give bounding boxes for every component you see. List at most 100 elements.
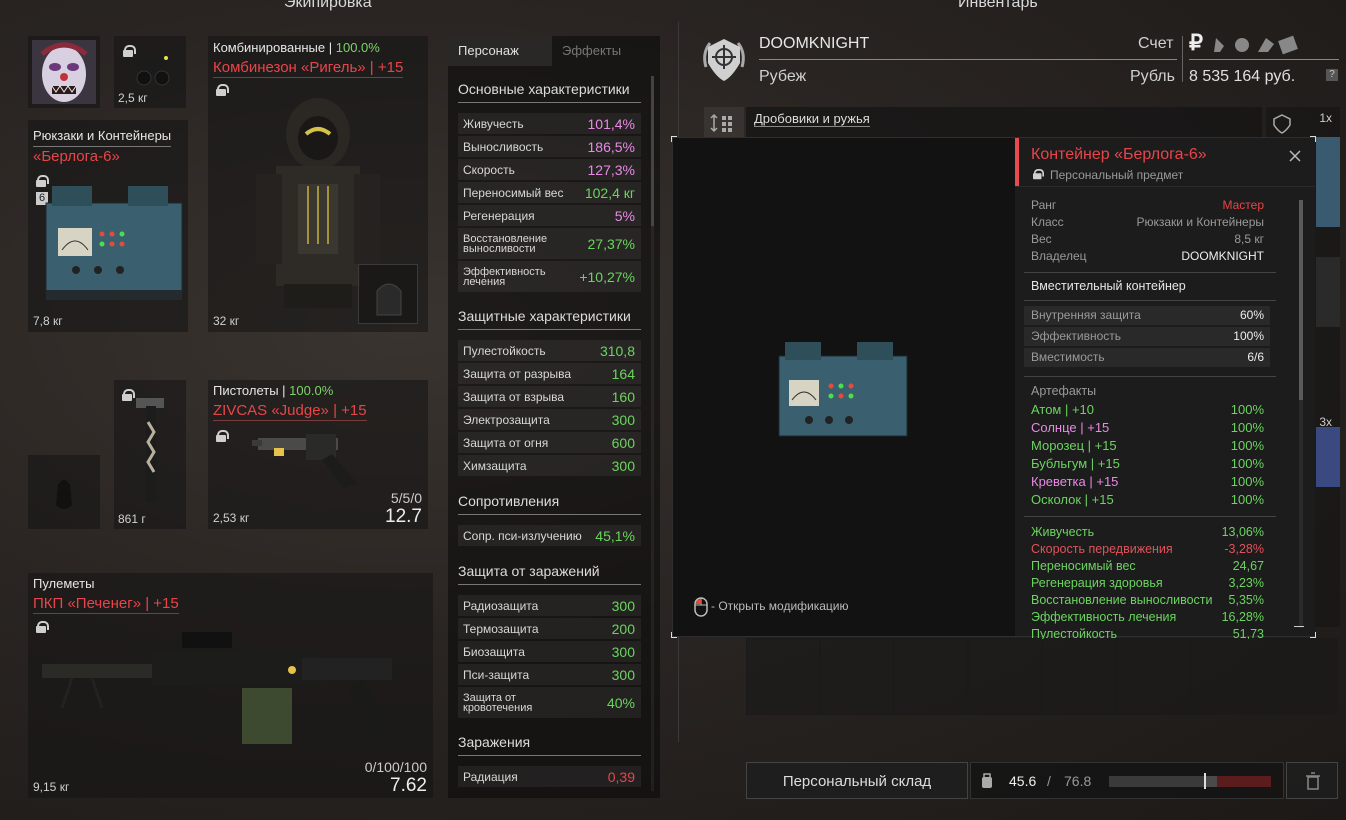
trash-button[interactable] (1286, 762, 1338, 799)
artifact-row[interactable]: Атом | +10 100% (1024, 402, 1270, 420)
rarity-stripe (1015, 138, 1019, 186)
lock-icon (122, 389, 135, 401)
inventory-cell[interactable] (820, 638, 894, 715)
backpack-category: Рюкзаки и Контейнеры (33, 128, 172, 147)
pistol-slot[interactable]: Пистолеты | 100.0% ZIVCAS «Judge» | +15 … (208, 380, 428, 529)
inventory-item-row[interactable]: Дробовики и ружья (746, 107, 1262, 137)
bonus-label: Регенерация здоровья (1031, 576, 1163, 590)
artifact-value: 100% (1230, 438, 1264, 453)
inventory-cell[interactable] (1042, 638, 1116, 715)
weight-bar: 45.6 / 76.8 (970, 762, 1284, 799)
trash-icon (1306, 772, 1320, 790)
tab-character[interactable]: Персонаж (448, 36, 552, 66)
stat-label: Защита от кровотечения (463, 691, 533, 714)
ruble-icon[interactable]: ₽ (1189, 30, 1203, 56)
account-label: Счет (1138, 35, 1174, 52)
inventory-cell[interactable] (746, 638, 820, 715)
stat-value: 27,37% (587, 235, 635, 252)
tooltip-value: Мастер (1222, 198, 1264, 212)
bonus-label: Скорость передвижения (1031, 542, 1173, 556)
bonus-label: Восстановление выносливости (1031, 593, 1213, 607)
inventory-cell[interactable] (1116, 638, 1190, 715)
tooltip-value: Рюкзаки и Контейнеры (1136, 215, 1264, 229)
mg-weight: 9,15 кг (33, 780, 70, 794)
backpack-slot[interactable]: Рюкзаки и Контейнеры «Берлога-6» 6 7,8 к… (28, 120, 188, 332)
currency-icons (1214, 35, 1298, 55)
tooltip-scrollbar[interactable] (1299, 200, 1303, 400)
balance: 8 535 164 руб. (1189, 68, 1296, 85)
weight-icon (982, 773, 992, 788)
stats-scrollbar[interactable] (651, 76, 654, 226)
weight-fill (1109, 776, 1206, 787)
pistol-weight: 2,53 кг (213, 511, 250, 525)
stat-row: Биозащита 300 (458, 641, 641, 662)
bonus-row: Пулестойкость 51,73 (1024, 627, 1270, 639)
tab-effects[interactable]: Эффекты (552, 36, 656, 66)
artifact-row[interactable]: Солнце | +15 100% (1024, 420, 1270, 438)
artifact-name: Осколок | +15 (1031, 492, 1114, 507)
item-thumbnail[interactable] (1316, 427, 1340, 487)
tooltip-label: Внутренняя защита (1031, 308, 1141, 322)
artifact-name: Бубльгум | +15 (1031, 456, 1120, 471)
close-icon[interactable] (1287, 148, 1303, 164)
artifact-row[interactable]: Креветка | +15 100% (1024, 474, 1270, 492)
item-tooltip: - Открыть модификацию Контейнер «Берлога… (671, 136, 1316, 639)
tooltip-label: Эффективность (1031, 329, 1122, 343)
stat-value: +10,27% (579, 268, 635, 285)
item-thumbnail[interactable] (1316, 257, 1340, 327)
stat-label: Термозащита (463, 621, 539, 636)
weight-separator: / (1047, 773, 1051, 789)
artifact-value: 100% (1230, 474, 1264, 489)
item-thumbnail[interactable] (1316, 137, 1340, 227)
stat-value: 200 (611, 620, 635, 637)
bonus-value: -3,28% (1224, 542, 1264, 556)
machine-gun-icon (42, 632, 392, 744)
inventory-cell[interactable] (1190, 638, 1264, 715)
artifact-row[interactable]: Морозец | +15 100% (1024, 438, 1270, 456)
stat-row: Восстановление выносливости 27,37% (458, 228, 641, 259)
stat-row: Переносимый вес 102,4 кг (458, 182, 641, 203)
device-slot[interactable]: 2,5 кг (114, 36, 186, 108)
stat-label: Переносимый вес (463, 185, 564, 200)
header-line (759, 59, 1177, 60)
artifacts-header: Артефакты (1031, 384, 1097, 398)
inventory-cell[interactable] (1264, 638, 1338, 715)
stat-value: 300 (611, 643, 635, 660)
helmet-weight: 2,5 кг (118, 91, 148, 105)
armor-slot[interactable]: Комбинированные | 100.0% Комбинезон «Риг… (208, 36, 428, 332)
stat-value: 186,5% (587, 138, 635, 155)
mg-slot[interactable]: Пулеметы ПКП «Печенег» | +15 0/100/100 7… (28, 573, 433, 798)
tooltip-row: Класс Рюкзаки и Контейнеры (1024, 215, 1270, 232)
shield-icon (1273, 114, 1291, 134)
sort-button[interactable] (704, 107, 744, 137)
stat-label: Защита от разрыва (463, 366, 572, 381)
inventory-cell[interactable] (894, 638, 968, 715)
stat-value: 40% (606, 694, 635, 711)
tooltip-value: 100% (1233, 329, 1264, 343)
stat-value: 5% (614, 207, 635, 224)
stat-value: 0,39 (607, 768, 635, 785)
armor-mod-slot[interactable] (358, 264, 418, 324)
night-vision-icon (136, 56, 170, 86)
stat-value: 300 (611, 457, 635, 474)
armor-category-separator: | (325, 40, 336, 55)
grenade-slot[interactable] (28, 455, 100, 529)
tooltip-value: 8,5 кг (1234, 232, 1264, 246)
stat-label: Электрозащита (463, 412, 550, 427)
personal-storage-button[interactable]: Персональный склад (746, 762, 968, 799)
revolver-icon (252, 434, 358, 488)
stat-label: Живучесть (463, 116, 524, 131)
tooltip-row: Эффективность 100% (1024, 327, 1270, 346)
artifact-name: Солнце | +15 (1031, 420, 1110, 435)
header-line (1189, 59, 1339, 60)
artifact-row[interactable]: Осколок | +15 100% (1024, 492, 1270, 510)
mask-slot[interactable] (28, 36, 100, 108)
stat-row: Защита от огня 600 (458, 432, 641, 453)
bonus-label: Переносимый вес (1031, 559, 1136, 573)
inventory-cell[interactable] (968, 638, 1042, 715)
melee-slot[interactable]: 861 г (114, 380, 186, 529)
stat-label: Радиозащита (463, 598, 539, 613)
artifact-row[interactable]: Бубльгум | +15 100% (1024, 456, 1270, 474)
stat-label: Эффективность лечения (463, 265, 546, 288)
help-icon[interactable]: ? (1326, 69, 1338, 81)
